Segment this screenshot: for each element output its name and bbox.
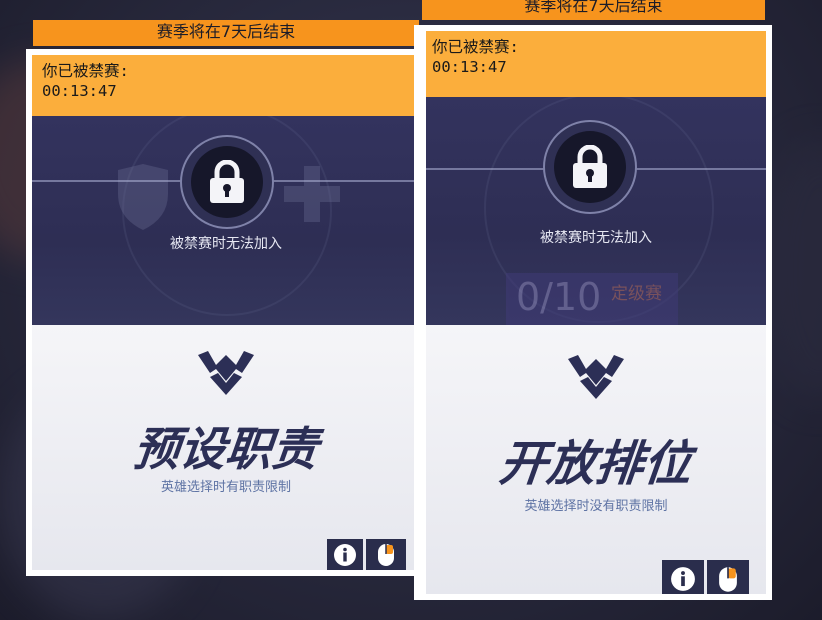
competitive-rank-icon bbox=[198, 351, 254, 395]
lock-badge bbox=[180, 135, 274, 229]
open-queue-card[interactable]: 你已被禁赛: 00:13:47 被禁赛时无法加入 0/10 定级赛 开放排位 英… bbox=[414, 25, 772, 600]
mouse-button[interactable] bbox=[707, 560, 749, 594]
locked-panel: 被禁赛时无法加入 0/10 定级赛 bbox=[426, 97, 766, 325]
lock-badge bbox=[543, 120, 637, 214]
season-end-banner: 赛季将在7天后结束 bbox=[422, 0, 765, 20]
info-button[interactable] bbox=[327, 539, 363, 570]
competitive-rank-icon bbox=[568, 355, 624, 399]
support-cross-icon bbox=[284, 166, 340, 222]
season-end-text: 赛季将在7天后结束 bbox=[524, 0, 663, 15]
locked-panel: 被禁赛时无法加入 bbox=[32, 116, 420, 325]
ban-timer: 00:13:47 bbox=[42, 82, 117, 100]
lock-icon bbox=[210, 160, 244, 203]
ban-header-label: 你已被禁赛: bbox=[432, 38, 519, 56]
ban-note: 被禁赛时无法加入 bbox=[170, 236, 282, 252]
tank-shield-icon bbox=[118, 164, 168, 230]
season-end-banner: 赛季将在7天后结束 bbox=[33, 20, 419, 46]
mode-subtitle: 英雄选择时没有职责限制 bbox=[524, 499, 668, 514]
placement-progress-box: 0/10 定级赛 bbox=[506, 273, 678, 325]
info-icon bbox=[671, 567, 695, 591]
mode-panel: 开放排位 英雄选择时没有职责限制 bbox=[426, 325, 766, 594]
ban-header: 你已被禁赛: 00:13:47 bbox=[426, 31, 766, 97]
placement-label: 定级赛 bbox=[611, 284, 662, 304]
mode-title: 开放排位 bbox=[496, 436, 695, 492]
ban-note: 被禁赛时无法加入 bbox=[540, 230, 652, 246]
mode-panel: 预设职责 英雄选择时有职责限制 bbox=[32, 325, 420, 570]
mode-title: 预设职责 bbox=[130, 422, 321, 476]
mouse-icon bbox=[378, 544, 394, 566]
mode-subtitle: 英雄选择时有职责限制 bbox=[160, 480, 291, 495]
lock-icon bbox=[573, 145, 607, 188]
ban-timer: 00:13:47 bbox=[432, 58, 507, 76]
info-icon bbox=[334, 544, 356, 566]
ban-header-label: 你已被禁赛: bbox=[42, 62, 129, 80]
role-queue-card[interactable]: 你已被禁赛: 00:13:47 被禁赛时无法加入 预设职责 英雄选择时有职责限制 bbox=[26, 49, 426, 576]
ban-header: 你已被禁赛: 00:13:47 bbox=[32, 55, 420, 116]
season-end-text: 赛季将在7天后结束 bbox=[156, 22, 296, 41]
mouse-button[interactable] bbox=[366, 539, 406, 570]
info-button[interactable] bbox=[662, 560, 704, 594]
mouse-icon bbox=[719, 566, 737, 592]
placement-progress: 0/10 bbox=[516, 275, 602, 319]
